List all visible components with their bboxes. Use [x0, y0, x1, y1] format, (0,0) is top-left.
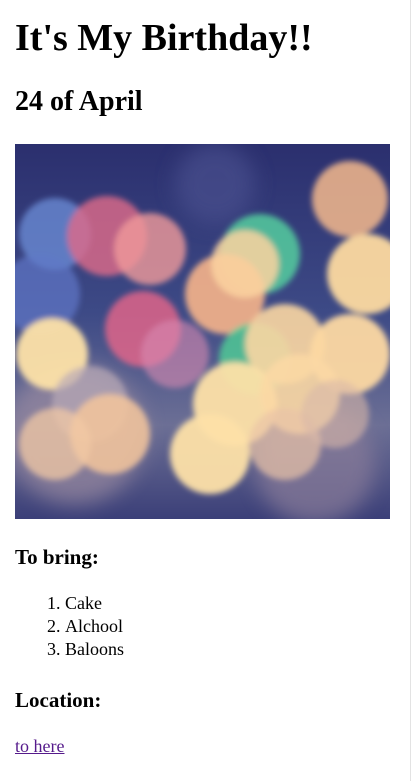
bokeh-lights-photo — [15, 144, 390, 519]
to-bring-heading: To bring: — [15, 545, 99, 569]
list-item: Baloons — [65, 638, 124, 661]
page-title: It's My Birthday!! — [15, 17, 313, 59]
to-bring-list: Cake Alchool Baloons — [15, 592, 124, 661]
page-edge-divider — [410, 0, 411, 781]
list-item: Cake — [65, 592, 124, 615]
list-item: Alchool — [65, 615, 124, 638]
location-heading: Location: — [15, 688, 102, 712]
location-link[interactable]: to here — [15, 735, 64, 758]
event-date: 24 of April — [15, 86, 143, 117]
